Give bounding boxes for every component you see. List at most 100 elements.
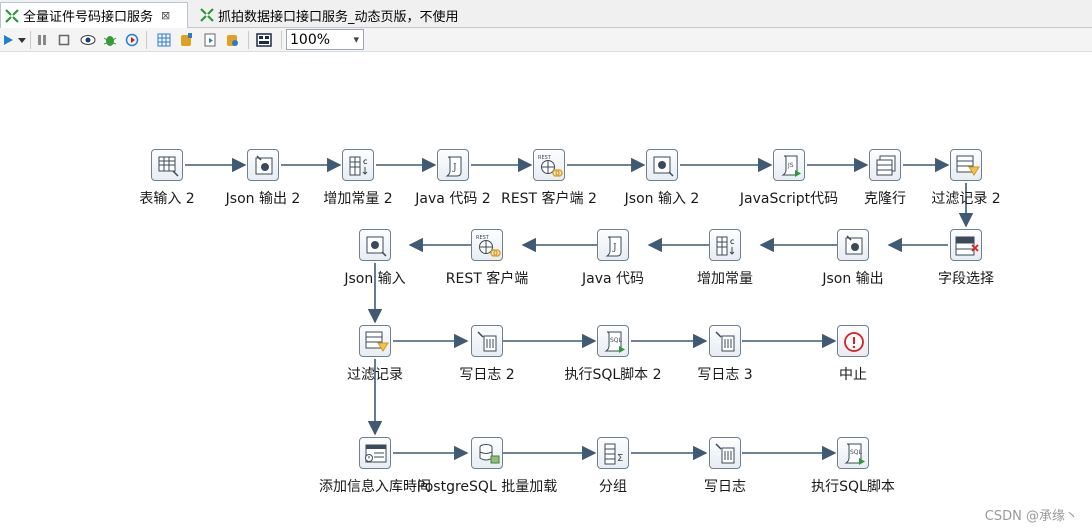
step-label: 增加常量 [697,271,753,287]
clone-row-icon [876,155,896,176]
write-log-icon [715,443,735,464]
sql-script-icon: SQL [604,331,625,353]
json-input-icon [366,236,387,257]
svg-text:REST: REST [538,155,552,161]
step-label: 执行SQL脚本 [811,479,895,495]
step-label: 过滤记录 [347,367,403,383]
json-output-icon [845,235,863,255]
pause-icon[interactable] [34,32,50,48]
svg-text:REST: REST [476,235,490,241]
step-label: REST 客户端 [445,271,529,287]
step-filter-rows[interactable] [359,325,391,357]
step-rest-client[interactable]: REST [471,229,503,261]
transformation-canvas[interactable]: 表输入 2 Json 输出 2 c 增加常量 2 J Java 代码 2 RES… [0,52,1092,532]
hop-layer [185,157,974,461]
impact-icon[interactable] [178,32,194,48]
step-json-input-2[interactable] [646,149,678,181]
rest-client-icon: REST [538,155,563,177]
step-select-values[interactable] [950,229,982,261]
step-label: Json 输出 [822,271,884,287]
explore-icon[interactable] [224,32,240,48]
svg-text:SQL: SQL [610,337,623,344]
json-input-icon [653,156,674,177]
step-label: 写日志 2 [459,367,515,383]
step-label: 添加信息入库時间 [319,479,431,495]
watermark: CSDN @承缘丶 [984,509,1078,524]
tab-label: 抓拍数据接口接口服务_动态页版，不使用 [218,9,459,25]
step-write-log-3[interactable] [709,325,741,357]
step-label: Json 输入 [344,271,406,287]
verify-icon[interactable] [156,32,172,48]
step-label: REST 客户端 2 [501,191,597,207]
group-by-icon: Σ [604,443,623,465]
add-info-icon [365,444,387,463]
java-code-icon: J [605,236,622,257]
tab-capture-data-service[interactable]: 抓拍数据接口接口服务_动态页版，不使用 [196,2,526,28]
debug-icon[interactable] [102,32,118,48]
step-write-log-2[interactable] [471,325,503,357]
step-write-log[interactable] [709,437,741,469]
step-java-code-2[interactable]: J [437,149,469,181]
step-label: Java 代码 [581,271,645,287]
step-label: 写日志 3 [697,367,753,383]
svg-text:Σ: Σ [617,453,623,464]
dropdown-icon[interactable] [14,32,30,48]
step-add-info-time[interactable] [359,437,391,469]
add-constant-icon: c [349,156,367,176]
chevron-down-icon[interactable]: ▾ [353,33,359,46]
step-label: 执行SQL脚本 2 [564,367,662,383]
stop-icon[interactable] [56,32,72,48]
select-values-icon [955,236,979,256]
svg-text:JS: JS [787,162,794,169]
svg-text:c: c [730,237,734,246]
filter-rows-icon [365,331,389,352]
write-log-icon [477,331,497,352]
transformation-icon [200,8,214,22]
step-table-input-2[interactable] [151,149,183,181]
layout-icon[interactable] [256,32,272,48]
step-rest-client-2[interactable]: REST [533,149,565,181]
zoom-select[interactable]: 100% ▾ [286,29,364,50]
step-label: PostgreSQL 批量加载 [416,479,558,495]
zoom-value: 100% [290,31,331,48]
tab-label: 全量证件号码接口服务 [23,10,154,25]
step-label: Json 输出 2 [225,191,301,207]
tab-full-id-service[interactable]: 全量证件号码接口服务 ⊠ [0,2,188,28]
step-add-constant[interactable]: c [709,229,741,261]
step-pg-bulk-load[interactable] [471,437,503,469]
step-label: 中止 [839,367,867,383]
step-sql-script[interactable]: SQL [837,437,869,469]
step-label: JavaScript代码 [739,191,839,207]
filter-rows-icon [956,155,980,176]
sql-icon[interactable] [202,32,218,48]
step-label: 字段选择 [938,271,994,287]
javascript-icon: JS [781,155,801,177]
step-clone-row[interactable] [869,149,901,181]
step-label: 分组 [599,479,627,495]
step-group-by[interactable]: Σ [597,437,629,469]
abort-icon [844,332,864,352]
transformation-toolbar: 100% ▾ [0,28,1092,52]
step-javascript[interactable]: JS [773,149,805,181]
close-icon[interactable]: ⊠ [161,9,170,22]
table-input-icon [158,156,179,177]
step-label: 增加常量 2 [323,191,393,207]
step-label: Java 代码 2 [415,191,491,207]
replay-icon[interactable] [124,32,140,48]
svg-text:SQL: SQL [850,449,863,456]
write-log-icon [715,331,735,352]
step-json-output[interactable] [837,229,869,261]
svg-text:c: c [363,157,367,166]
step-abort[interactable] [837,325,869,357]
add-constant-icon: c [716,236,734,256]
step-sql-script-2[interactable]: SQL [597,325,629,357]
step-add-constant-2[interactable]: c [342,149,374,181]
step-json-output-2[interactable] [247,149,279,181]
pg-bulk-load-icon [479,444,500,464]
step-filter-rows-2[interactable] [950,149,982,181]
step-json-input[interactable] [359,229,391,261]
step-java-code[interactable]: J [597,229,629,261]
step-label: 表输入 2 [139,191,195,207]
preview-icon[interactable] [80,32,96,48]
editor-tab-bar: 全量证件号码接口服务 ⊠ 抓拍数据接口接口服务_动态页版，不使用 [0,0,1092,28]
